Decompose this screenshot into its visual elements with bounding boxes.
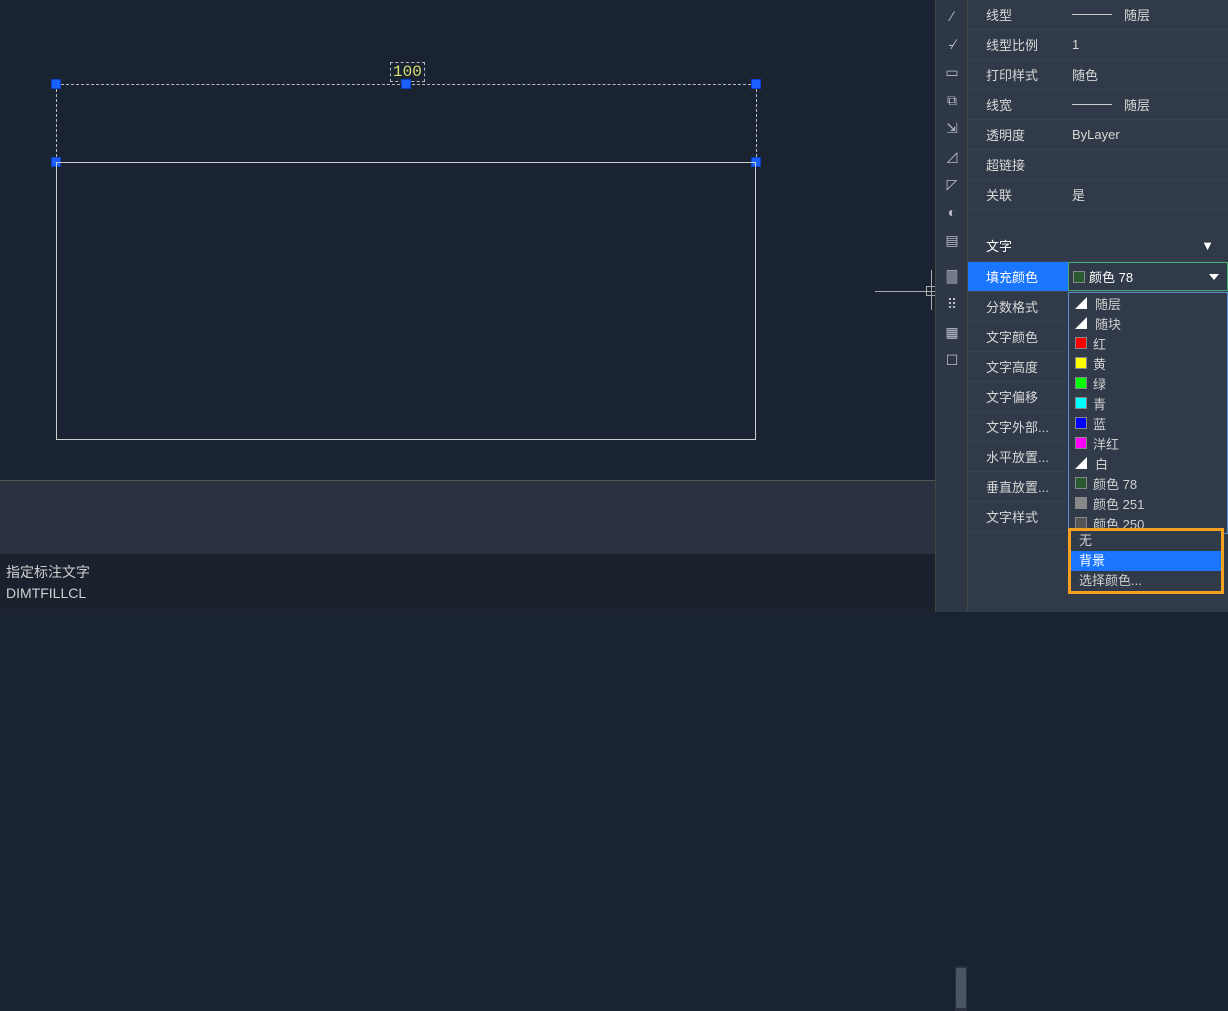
color-option[interactable]: 黄 bbox=[1069, 353, 1227, 373]
property-label: 透明度 bbox=[968, 125, 1068, 144]
palette-icon-2[interactable]: ⠿ bbox=[938, 291, 966, 317]
vertical-toolbar: ∕ -∕ ▭ ⧉ ⇲ ◿ ◸ ◐ ▤ 🀫 ⠿ ▦ ☐ bbox=[935, 0, 968, 612]
color-swatch-icon bbox=[1075, 437, 1087, 449]
property-label: 文字高度 bbox=[968, 357, 1068, 376]
copy-tool-icon[interactable]: ⧉ bbox=[938, 87, 966, 113]
color-swatch-icon bbox=[1075, 317, 1087, 329]
color-option[interactable]: 颜色 78 bbox=[1069, 473, 1227, 493]
color-swatch-icon bbox=[1073, 271, 1085, 283]
scrollbar[interactable] bbox=[955, 966, 967, 1011]
palette-icon-1[interactable]: 🀫 bbox=[938, 263, 966, 289]
fill-type-popup[interactable]: 无背景选择颜色... bbox=[1068, 528, 1224, 594]
property-value[interactable]: 随层 bbox=[1068, 5, 1228, 24]
property-row[interactable]: 透明度ByLayer bbox=[968, 120, 1228, 150]
fill-color-value[interactable]: 颜色 78 bbox=[1068, 262, 1228, 291]
command-history-line: 指定标注文字 bbox=[6, 562, 964, 583]
color-option[interactable]: 红 bbox=[1069, 333, 1227, 353]
property-value[interactable]: 随层 bbox=[1068, 95, 1228, 114]
property-value[interactable]: ByLayer bbox=[1068, 127, 1228, 142]
color-swatch-icon bbox=[1075, 377, 1087, 389]
mirror-tool-icon[interactable]: ⇲ bbox=[938, 115, 966, 141]
property-label: 垂直放置... bbox=[968, 477, 1068, 496]
color-option[interactable]: 洋红 bbox=[1069, 433, 1227, 453]
property-label: 打印样式 bbox=[968, 65, 1068, 84]
command-input-line: DIMTFILLCL bbox=[6, 583, 964, 604]
fill-color-row[interactable]: 填充颜色 颜色 78 bbox=[968, 262, 1228, 292]
color-swatch-icon bbox=[1075, 417, 1087, 429]
property-label: 超链接 bbox=[968, 155, 1068, 174]
grip-handle[interactable] bbox=[401, 79, 411, 89]
line-sample-icon bbox=[1072, 14, 1112, 15]
property-value[interactable]: 随色 bbox=[1068, 65, 1228, 84]
color-swatch-icon bbox=[1075, 357, 1087, 369]
property-label: 线型比例 bbox=[968, 35, 1068, 54]
color-swatch-icon bbox=[1075, 497, 1087, 509]
property-label: 水平放置... bbox=[968, 447, 1068, 466]
property-label: 分数格式 bbox=[968, 297, 1068, 316]
color-swatch-icon bbox=[1075, 297, 1087, 309]
property-label: 线宽 bbox=[968, 95, 1068, 114]
dashed-line-tool-icon[interactable]: -∕ bbox=[938, 31, 966, 57]
line-tool-icon[interactable]: ∕ bbox=[938, 3, 966, 29]
color-option[interactable]: 颜色 251 bbox=[1069, 493, 1227, 513]
command-line[interactable]: 指定标注文字 DIMTFILLCL bbox=[0, 554, 970, 612]
trim-tool-icon[interactable]: ◸ bbox=[938, 171, 966, 197]
circle-tool-icon[interactable]: ◐ bbox=[938, 199, 966, 225]
dropdown-arrow-icon bbox=[1209, 274, 1219, 280]
fill-option[interactable]: 无 bbox=[1071, 531, 1221, 551]
property-label: 文字颜色 bbox=[968, 327, 1068, 346]
color-dropdown[interactable]: 随层随块红黄绿青蓝洋红白颜色 78颜色 251颜色 250 bbox=[1068, 292, 1228, 534]
property-label: 关联 bbox=[968, 185, 1068, 204]
property-value[interactable]: 是 bbox=[1068, 185, 1228, 204]
color-option[interactable]: 随层 bbox=[1069, 293, 1227, 313]
property-row[interactable]: 关联是 bbox=[968, 180, 1228, 210]
property-label: 文字外部... bbox=[968, 417, 1068, 436]
dimension-extension-left bbox=[56, 84, 57, 162]
drawing-rectangle[interactable] bbox=[56, 162, 756, 440]
offset-tool-icon[interactable]: ◿ bbox=[938, 143, 966, 169]
palette-icon-3[interactable]: ▦ bbox=[938, 319, 966, 345]
property-value[interactable]: 1 bbox=[1068, 37, 1228, 52]
property-row[interactable]: 线宽随层 bbox=[968, 90, 1228, 120]
color-swatch-icon bbox=[1075, 337, 1087, 349]
property-label: 文字样式 bbox=[968, 507, 1068, 526]
property-row[interactable]: 线型比例1 bbox=[968, 30, 1228, 60]
color-swatch-icon bbox=[1075, 457, 1087, 469]
palette-icon-4[interactable]: ☐ bbox=[938, 347, 966, 373]
color-option[interactable]: 青 bbox=[1069, 393, 1227, 413]
text-section-header[interactable]: 文字 ▼ bbox=[968, 230, 1228, 262]
dimension-extension-right bbox=[756, 84, 757, 162]
fill-option[interactable]: 选择颜色... bbox=[1071, 571, 1221, 591]
color-option[interactable]: 绿 bbox=[1069, 373, 1227, 393]
property-row[interactable]: 打印样式随色 bbox=[968, 60, 1228, 90]
property-label: 线型 bbox=[968, 5, 1068, 24]
color-option[interactable]: 蓝 bbox=[1069, 413, 1227, 433]
color-option[interactable]: 随块 bbox=[1069, 313, 1227, 333]
layer-tool-icon[interactable]: ▤ bbox=[938, 227, 966, 253]
line-sample-icon bbox=[1072, 104, 1112, 105]
color-swatch-icon bbox=[1075, 477, 1087, 489]
command-area[interactable]: 指定标注文字 DIMTFILLCL bbox=[0, 480, 970, 612]
grip-handle[interactable] bbox=[51, 79, 61, 89]
collapse-icon[interactable]: ▼ bbox=[1201, 238, 1214, 253]
fill-option[interactable]: 背景 bbox=[1071, 551, 1221, 571]
property-label: 文字偏移 bbox=[968, 387, 1068, 406]
section-title: 文字 bbox=[986, 236, 1012, 255]
fill-color-label: 填充颜色 bbox=[968, 267, 1068, 286]
property-row[interactable]: 超链接 bbox=[968, 150, 1228, 180]
property-row[interactable]: 线型随层 bbox=[968, 0, 1228, 30]
color-option[interactable]: 白 bbox=[1069, 453, 1227, 473]
grip-handle[interactable] bbox=[751, 79, 761, 89]
drawing-canvas[interactable]: 100 bbox=[0, 0, 935, 480]
rect-tool-icon[interactable]: ▭ bbox=[938, 59, 966, 85]
color-swatch-icon bbox=[1075, 397, 1087, 409]
